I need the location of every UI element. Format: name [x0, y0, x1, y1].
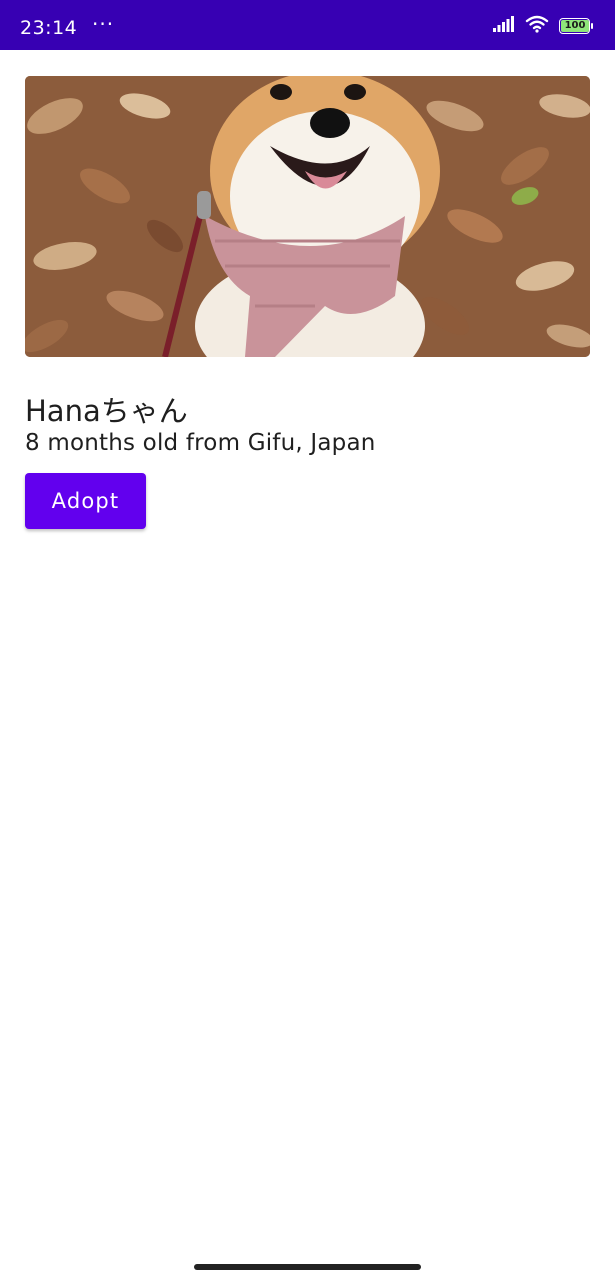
- status-bar: 23:14 ··· 100: [0, 0, 615, 50]
- notification-more-icon: ···: [92, 12, 115, 36]
- signal-icon: [493, 16, 515, 36]
- battery-level: 100: [561, 20, 589, 32]
- adopt-button[interactable]: Adopt: [25, 473, 146, 529]
- battery-icon: 100: [559, 18, 593, 34]
- status-time: 23:14: [20, 17, 78, 39]
- pet-photo: [25, 76, 590, 357]
- wifi-icon: [525, 15, 549, 37]
- status-icons: 100: [493, 15, 593, 37]
- home-indicator[interactable]: [194, 1264, 421, 1270]
- pet-name: Hanaちゃん: [25, 394, 188, 428]
- pet-details: 8 months old from Gifu, Japan: [25, 430, 376, 456]
